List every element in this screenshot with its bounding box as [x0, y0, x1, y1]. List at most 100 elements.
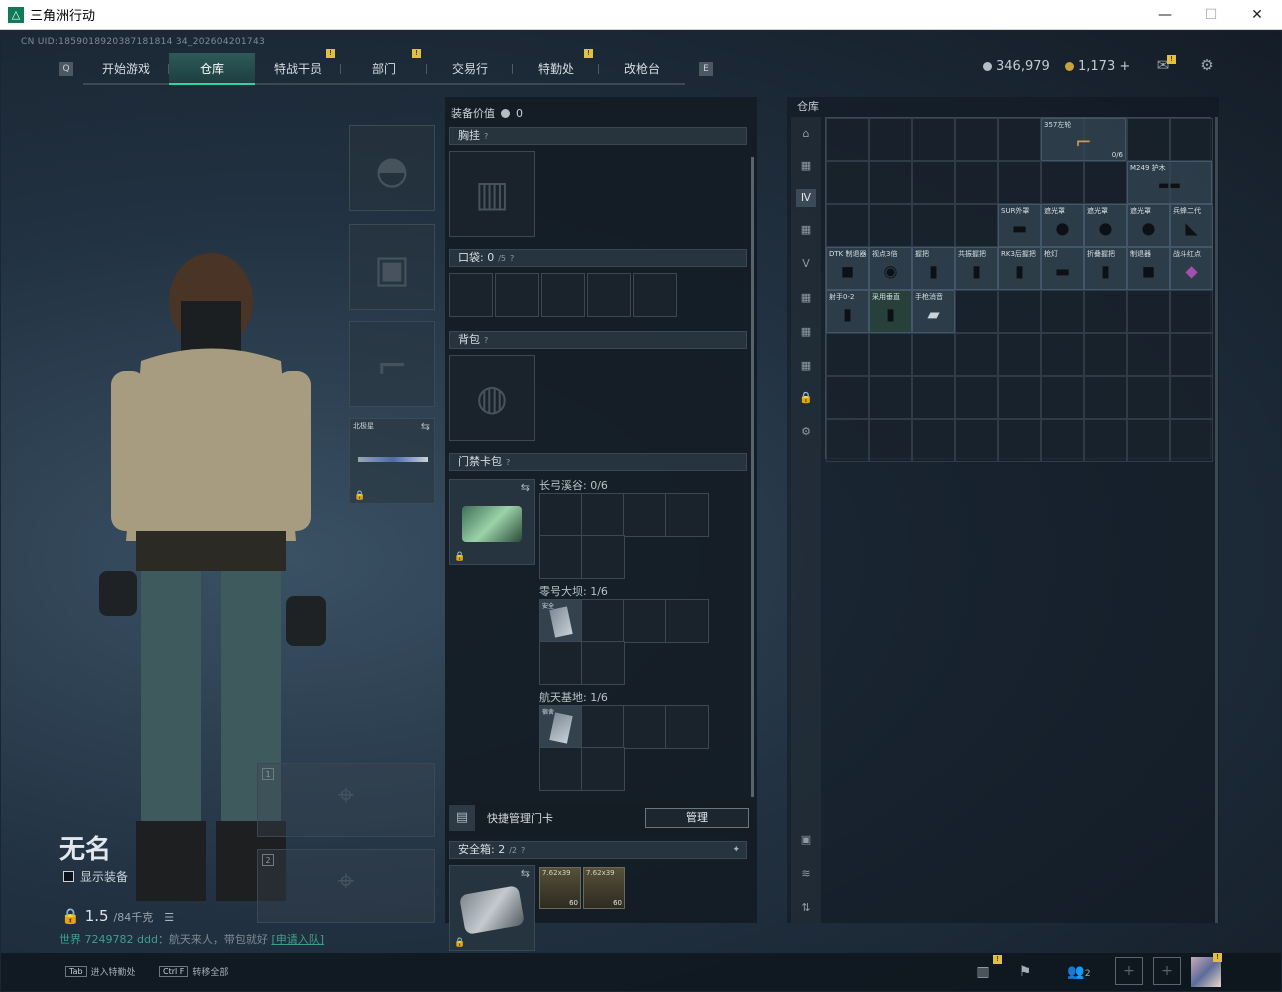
tab-operators[interactable]: 特战干员! — [255, 49, 341, 85]
storage-scrollbar[interactable] — [1215, 117, 1218, 923]
tab-warehouse[interactable]: 仓库 — [169, 53, 255, 85]
storage-tab-all-icon[interactable]: ⌂ — [796, 125, 816, 143]
show-equipment-checkbox[interactable] — [63, 871, 74, 882]
keycard-slot[interactable] — [581, 493, 625, 537]
primary-weapon-slot[interactable]: 1 ⌖ — [257, 763, 435, 837]
storage-cell[interactable] — [998, 118, 1041, 161]
keycard-case-slot[interactable]: ⇆ 🔒 — [449, 479, 535, 565]
enter-special-ops-hint[interactable]: Tab 进入特勤处 — [65, 965, 136, 978]
manage-button[interactable]: 管理 — [645, 808, 749, 828]
storage-cell[interactable] — [1127, 290, 1170, 333]
tab-gunsmith[interactable]: 改枪台 — [599, 53, 685, 85]
storage-cell[interactable] — [869, 419, 912, 462]
storage-cell[interactable] — [826, 161, 869, 204]
storage-tab-3-icon[interactable]: Ⅳ — [796, 189, 816, 207]
tab-trading[interactable]: 交易行 — [427, 53, 513, 85]
storage-cell[interactable] — [955, 419, 998, 462]
storage-cell[interactable] — [912, 118, 955, 161]
storage-cell[interactable] — [912, 161, 955, 204]
storage-cell[interactable] — [826, 118, 869, 161]
pocket-slot[interactable] — [541, 273, 585, 317]
pistol-slot[interactable]: ⌐ — [349, 321, 435, 407]
apply-join-link[interactable]: [申请入队] — [271, 933, 324, 946]
settings-gear-icon[interactable]: ⚙ — [1197, 57, 1217, 73]
storage-item[interactable]: 357左轮 0/6 ⌐ — [1041, 118, 1126, 161]
storage-cell[interactable] — [826, 376, 869, 419]
storage-cell[interactable] — [1127, 333, 1170, 376]
keycard-slot[interactable] — [539, 493, 583, 537]
storage-cell[interactable] — [912, 419, 955, 462]
storage-cell[interactable] — [1127, 118, 1170, 161]
swap-icon[interactable]: ⇆ — [521, 481, 530, 494]
storage-cell[interactable] — [955, 376, 998, 419]
add-teammate-button[interactable]: + — [1115, 957, 1143, 985]
storage-item[interactable]: 遮光罩 ● — [1084, 204, 1127, 247]
pin-icon[interactable]: ✦ — [732, 842, 740, 858]
help-icon[interactable]: ? — [521, 846, 525, 855]
storage-cell[interactable] — [998, 376, 1041, 419]
storage-cell[interactable] — [955, 290, 998, 333]
storage-cell[interactable] — [912, 376, 955, 419]
squad-icon[interactable]: 👥2 — [1059, 959, 1099, 985]
tab-start-game[interactable]: 开始游戏 — [83, 53, 169, 85]
storage-cell[interactable] — [955, 161, 998, 204]
storage-cell[interactable] — [869, 204, 912, 247]
storage-cell[interactable] — [826, 333, 869, 376]
keycard-slot[interactable] — [665, 493, 709, 537]
storage-item[interactable]: 枪灯 ▬ — [1041, 247, 1084, 290]
storage-cell[interactable] — [1084, 290, 1127, 333]
keycard-slot[interactable] — [623, 599, 667, 643]
storage-cell[interactable] — [869, 376, 912, 419]
storage-cell[interactable] — [869, 161, 912, 204]
transfer-all-hint[interactable]: Ctrl F 转移全部 — [159, 965, 228, 978]
pocket-slot[interactable] — [495, 273, 539, 317]
keycard-slot[interactable] — [623, 705, 667, 749]
storage-cell[interactable] — [1084, 376, 1127, 419]
storage-item[interactable]: DTK 制退器 ◼ — [826, 247, 869, 290]
storage-cell[interactable] — [955, 118, 998, 161]
storage-cell[interactable] — [869, 118, 912, 161]
flag-icon[interactable]: ⚑ — [1011, 959, 1039, 985]
storage-tab-4-icon[interactable]: ▦ — [796, 221, 816, 239]
storage-tab-6-icon[interactable]: ▦ — [796, 289, 816, 307]
storage-item[interactable]: 视点3倍 ◉ — [869, 247, 912, 290]
swap-icon[interactable]: ⇆ — [421, 420, 430, 433]
storage-cell[interactable] — [1170, 419, 1213, 462]
storage-item[interactable]: 握把 ▮ — [912, 247, 955, 290]
storage-item[interactable]: 兵蜂二代 ◣ — [1170, 204, 1213, 247]
storage-cell[interactable] — [912, 333, 955, 376]
storage-sort-icon[interactable]: ⇅ — [796, 899, 816, 917]
melee-slot[interactable]: 北极星 ⇆ 🔒 — [349, 418, 435, 504]
storage-cell[interactable] — [1041, 333, 1084, 376]
help-icon[interactable]: ? — [484, 132, 488, 141]
loadout-scrollbar[interactable] — [751, 157, 754, 797]
minimize-button[interactable]: — — [1142, 0, 1188, 30]
tab-special-ops[interactable]: 特勤处! — [513, 49, 599, 85]
add-teammate-button[interactable]: + — [1153, 957, 1181, 985]
keycard-slot[interactable] — [539, 747, 583, 791]
storage-cell[interactable] — [1041, 419, 1084, 462]
keycard-slot[interactable] — [539, 535, 583, 579]
storage-cell[interactable] — [826, 204, 869, 247]
gold-currency[interactable]: 1,173 + — [1065, 59, 1130, 74]
storage-layers-icon[interactable]: ≋ — [796, 865, 816, 883]
storage-item[interactable]: 折叠握把 ▮ — [1084, 247, 1127, 290]
keycard-slot[interactable] — [539, 641, 583, 685]
keycard-slot[interactable] — [581, 599, 625, 643]
storage-cell[interactable] — [1084, 161, 1127, 204]
storage-item[interactable]: M249 护木 ▬▬ — [1127, 161, 1212, 204]
storage-tab-7-icon[interactable]: ▦ — [796, 323, 816, 341]
storage-cell[interactable] — [955, 333, 998, 376]
maximize-button[interactable]: ☐ — [1188, 0, 1234, 30]
storage-cell[interactable] — [912, 204, 955, 247]
storage-cell[interactable] — [955, 204, 998, 247]
storage-cell[interactable] — [1170, 118, 1213, 161]
help-icon[interactable]: ? — [484, 336, 488, 345]
backpack-slot[interactable]: ◍ — [449, 355, 535, 441]
storage-cell[interactable] — [1170, 290, 1213, 333]
ammo-item[interactable]: 7.62x39 60 — [583, 867, 625, 909]
storage-tab-8-icon[interactable]: ▦ — [796, 357, 816, 375]
show-equipment-toggle[interactable]: 显示装备 — [63, 868, 128, 885]
storage-item[interactable]: SUR外罩 ▬ — [998, 204, 1041, 247]
close-button[interactable]: ✕ — [1234, 0, 1280, 30]
